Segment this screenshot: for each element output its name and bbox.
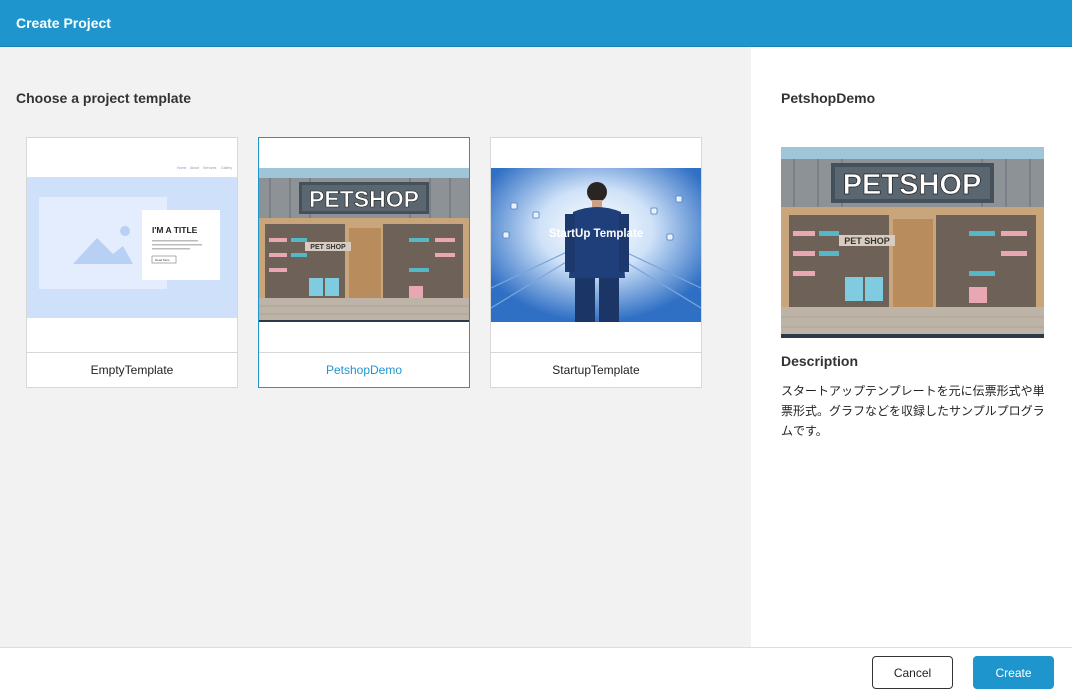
template-card-label: StartupTemplate (491, 352, 701, 387)
template-card-petshop[interactable]: PETSHOP PET SHOP PetshopDemo (258, 137, 470, 388)
template-card-label: PetshopDemo (259, 352, 469, 387)
template-preview-pane: PetshopDemo PETSHOP PET SHOP Description… (751, 47, 1072, 647)
preview-template-name: PetshopDemo (781, 90, 876, 106)
preview-small-sign: PET SHOP (844, 236, 890, 246)
template-card-label: EmptyTemplate (27, 352, 237, 387)
template-thumbnail-petshop: PETSHOP PET SHOP (259, 138, 469, 352)
thumb-title: I'M A TITLE (152, 225, 198, 235)
petshop-small-sign: PET SHOP (310, 244, 346, 251)
description-heading: Description (781, 353, 859, 369)
description-text: スタートアップテンプレートを元に伝票形式や単票形式。グラフなどを収録したサンプル… (781, 384, 1045, 438)
template-gallery-heading: Choose a project template (16, 90, 192, 106)
dialog-titlebar: Create Project (0, 0, 1072, 47)
preview-sign-text: PETSHOP (843, 169, 982, 201)
thumb-nav-services: Services (203, 166, 217, 170)
template-thumbnail-startup: StartUp Template (491, 138, 701, 352)
thumb-nav-about: About (190, 166, 199, 170)
petshop-sign-text: PETSHOP (309, 186, 419, 212)
dialog-title: Create Project (16, 15, 111, 31)
startup-title-text: StartUp Template (549, 228, 643, 240)
template-card-startup[interactable]: StartUp Template StartupTemplate (490, 137, 702, 388)
preview-image: PETSHOP PET SHOP (781, 147, 1044, 338)
template-thumbnail-empty: Home About Services Gallery I'M A TITLE … (27, 138, 237, 352)
dialog-footer: Cancel Create (0, 647, 1072, 696)
thumb-nav-home: Home (177, 166, 186, 170)
template-card-empty[interactable]: Home About Services Gallery I'M A TITLE … (26, 137, 238, 388)
cancel-button[interactable]: Cancel (872, 656, 953, 689)
create-button[interactable]: Create (973, 656, 1054, 689)
thumb-nav-gallery: Gallery (221, 166, 232, 170)
template-gallery-pane: Choose a project template Home About Ser… (0, 47, 751, 647)
thumb-read-more: Read More (155, 258, 170, 262)
